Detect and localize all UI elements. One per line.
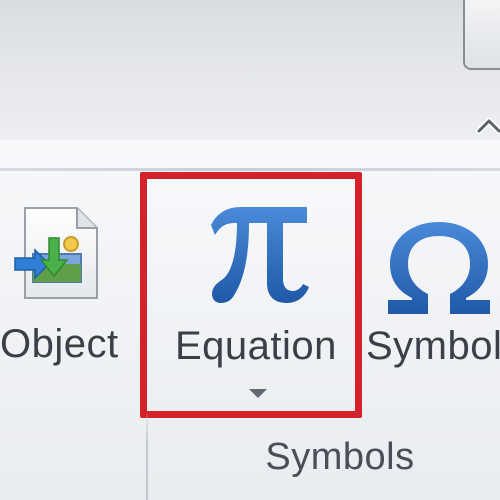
equation-label: Equation	[175, 324, 337, 368]
omega-icon	[388, 222, 490, 314]
title-bar-area	[0, 0, 500, 140]
insert-object-icon	[14, 207, 98, 299]
object-label: Object	[0, 322, 119, 366]
dropdown-arrow-icon	[249, 389, 267, 398]
symbols-group-label: Symbols	[265, 436, 415, 478]
ribbon-divider	[0, 168, 500, 171]
window-control-button[interactable]	[463, 0, 500, 70]
symbol-label: Symbol	[366, 324, 500, 368]
collapse-ribbon-button[interactable]	[474, 112, 500, 138]
group-separator	[146, 410, 148, 500]
pi-icon	[211, 207, 309, 303]
collapse-ribbon-icon	[476, 118, 500, 134]
ribbon-screenshot: Object Equation Symbol Symbols	[0, 0, 500, 500]
equation-button[interactable]	[140, 172, 362, 418]
object-button[interactable]	[0, 190, 120, 400]
